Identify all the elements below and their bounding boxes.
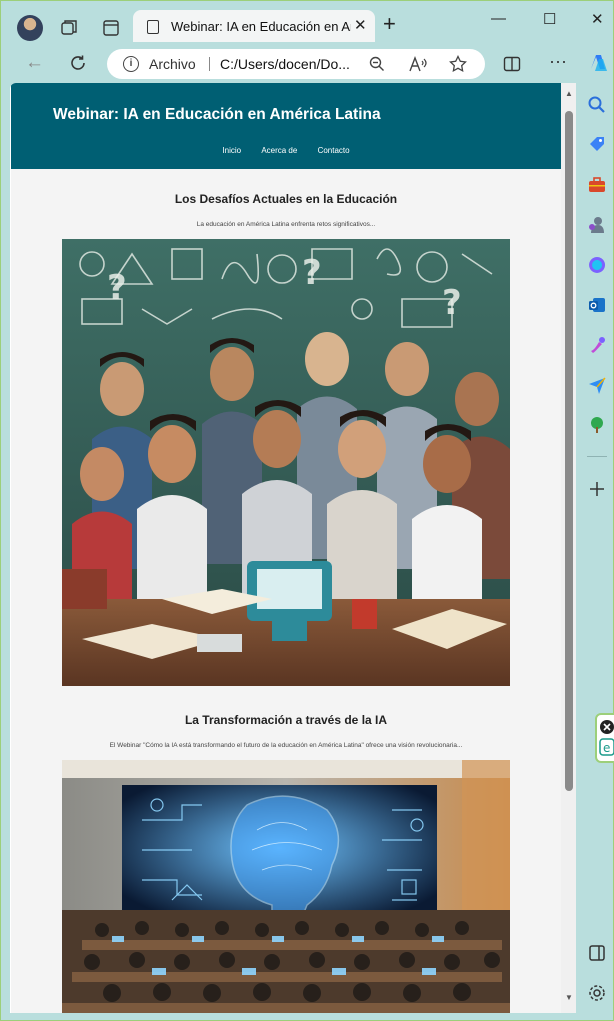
close-button[interactable]: ✕	[591, 10, 604, 28]
svg-text:?: ?	[302, 253, 322, 293]
vertical-scrollbar[interactable]: ▲ ▼	[561, 83, 576, 1013]
svg-text:?: ?	[442, 283, 462, 323]
search-icon[interactable]	[587, 95, 607, 115]
more-options-icon[interactable]: ···	[549, 51, 567, 72]
site-nav: Inicio Acerca de Contacto	[11, 146, 561, 155]
section-text-transformacion: El Webinar "Cómo la IA está transformand…	[109, 742, 463, 749]
shopping-tag-icon[interactable]	[587, 135, 607, 155]
tab-title: Webinar: IA en Educación en Amé	[171, 19, 351, 34]
toolbox-icon[interactable]	[587, 175, 607, 195]
edge-sidebar	[579, 83, 614, 1021]
section-text-desafios: La educación en América Latina enfrenta …	[196, 221, 376, 228]
settings-icon[interactable]	[587, 983, 607, 1003]
site-header: Webinar: IA en Educación en América Lati…	[11, 83, 561, 169]
section-title-transformacion: La Transformación a través de la IA	[184, 713, 388, 727]
site-title: Webinar: IA en Educación en América Lati…	[53, 106, 381, 123]
workspaces-icon[interactable]	[59, 18, 79, 38]
add-icon[interactable]	[587, 479, 607, 499]
read-aloud-icon[interactable]	[409, 56, 427, 72]
maximize-button[interactable]: ☐	[543, 10, 556, 28]
floating-extension-badge[interactable]: e	[595, 713, 614, 763]
copilot-app-icon[interactable]	[587, 255, 607, 275]
address-bar[interactable]: i Archivo C:/Users/docen/Do...	[107, 49, 485, 79]
nav-link-contacto[interactable]: Contacto	[318, 146, 350, 155]
scroll-thumb[interactable]	[565, 111, 573, 791]
tree-icon[interactable]	[587, 415, 607, 435]
designer-icon[interactable]	[587, 335, 607, 355]
panel-icon[interactable]	[587, 943, 607, 963]
tab-strip: Webinar: IA en Educación en Amé ✕ + — ☐ …	[1, 1, 614, 42]
tab-actions-icon[interactable]	[101, 18, 121, 38]
info-icon[interactable]: i	[123, 56, 139, 72]
sidebar-divider	[587, 456, 607, 457]
refresh-icon[interactable]	[69, 54, 87, 72]
copilot-icon[interactable]	[586, 51, 610, 75]
browser-window: Webinar: IA en Educación en Amé ✕ + — ☐ …	[0, 0, 614, 1021]
nav-link-acerca[interactable]: Acerca de	[261, 146, 297, 155]
games-icon[interactable]	[587, 215, 607, 235]
svg-text:e: e	[603, 741, 610, 755]
tab-close-icon[interactable]: ✕	[354, 16, 367, 34]
address-separator	[209, 57, 210, 71]
students-thinking-illustration: ???	[62, 239, 510, 686]
browser-toolbar: ← i Archivo C:/Users/docen/Do... ···	[1, 45, 614, 83]
scroll-up-arrow-icon[interactable]: ▲	[565, 89, 573, 98]
outlook-icon[interactable]	[587, 295, 607, 315]
new-tab-button[interactable]: +	[383, 13, 396, 35]
page-content: Los Desafíos Actuales en la Educación La…	[11, 169, 561, 1013]
scroll-down-arrow-icon[interactable]: ▼	[565, 993, 573, 1002]
section-title-desafios: Los Desafíos Actuales en la Educación	[174, 192, 398, 206]
split-screen-icon[interactable]	[503, 55, 521, 73]
send-icon[interactable]	[587, 375, 607, 395]
favorite-star-icon[interactable]	[449, 55, 467, 73]
svg-text:?: ?	[107, 268, 127, 308]
active-tab[interactable]: Webinar: IA en Educación en Amé ✕	[133, 10, 375, 42]
page-icon	[147, 20, 159, 34]
zoom-out-icon[interactable]	[369, 56, 385, 72]
extension-icons[interactable]: e	[597, 715, 614, 761]
address-url[interactable]: C:/Users/docen/Do...	[220, 56, 350, 72]
page-viewport: Webinar: IA en Educación en América Lati…	[10, 83, 576, 1013]
back-icon[interactable]: ←	[25, 53, 44, 73]
address-scheme-label: Archivo	[149, 56, 196, 72]
minimize-button[interactable]: —	[491, 10, 506, 27]
ai-classroom-illustration	[62, 760, 510, 1013]
profile-avatar[interactable]	[17, 15, 43, 41]
nav-link-inicio[interactable]: Inicio	[222, 146, 241, 155]
